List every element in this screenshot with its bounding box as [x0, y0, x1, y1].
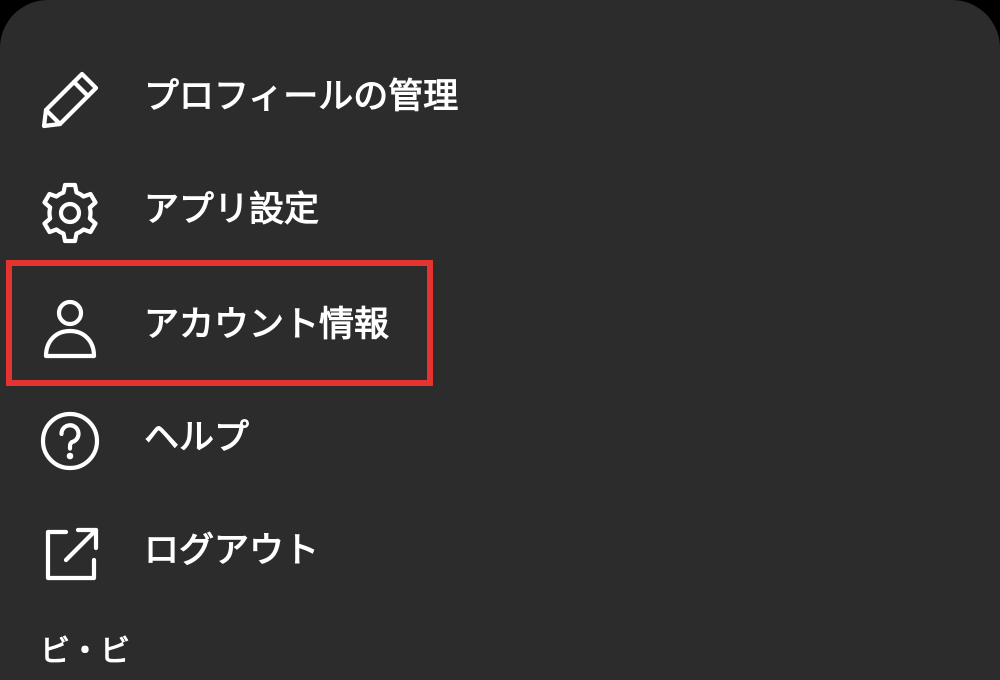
pencil-icon [38, 68, 102, 132]
menu-item-label: アカウント情報 [144, 305, 390, 345]
menu-item-help[interactable]: ヘルプ [0, 383, 1000, 493]
partial-menu-item-label: ビ・ビ [40, 634, 130, 669]
person-icon [38, 296, 102, 360]
menu-item-logout[interactable]: ログアウト [0, 496, 1000, 606]
menu-item-account-info[interactable]: アカウント情報 [0, 270, 1000, 380]
menu-item-label: ログアウト [144, 531, 320, 571]
menu-item-label: ヘルプ [144, 418, 250, 458]
external-link-icon [38, 522, 102, 586]
help-circle-icon [38, 409, 102, 473]
menu-item-profile-management[interactable]: プロフィールの管理 [0, 42, 1000, 152]
menu-item-app-settings[interactable]: アプリ設定 [0, 155, 1000, 265]
menu-sheet: プロフィールの管理 アプリ設定 アカウント情報 ヘルプ ログアウト ビ・ビ [0, 0, 1000, 680]
menu-item-label: プロフィールの管理 [144, 77, 459, 117]
gear-icon [38, 181, 102, 245]
menu-item-label: アプリ設定 [144, 190, 320, 230]
